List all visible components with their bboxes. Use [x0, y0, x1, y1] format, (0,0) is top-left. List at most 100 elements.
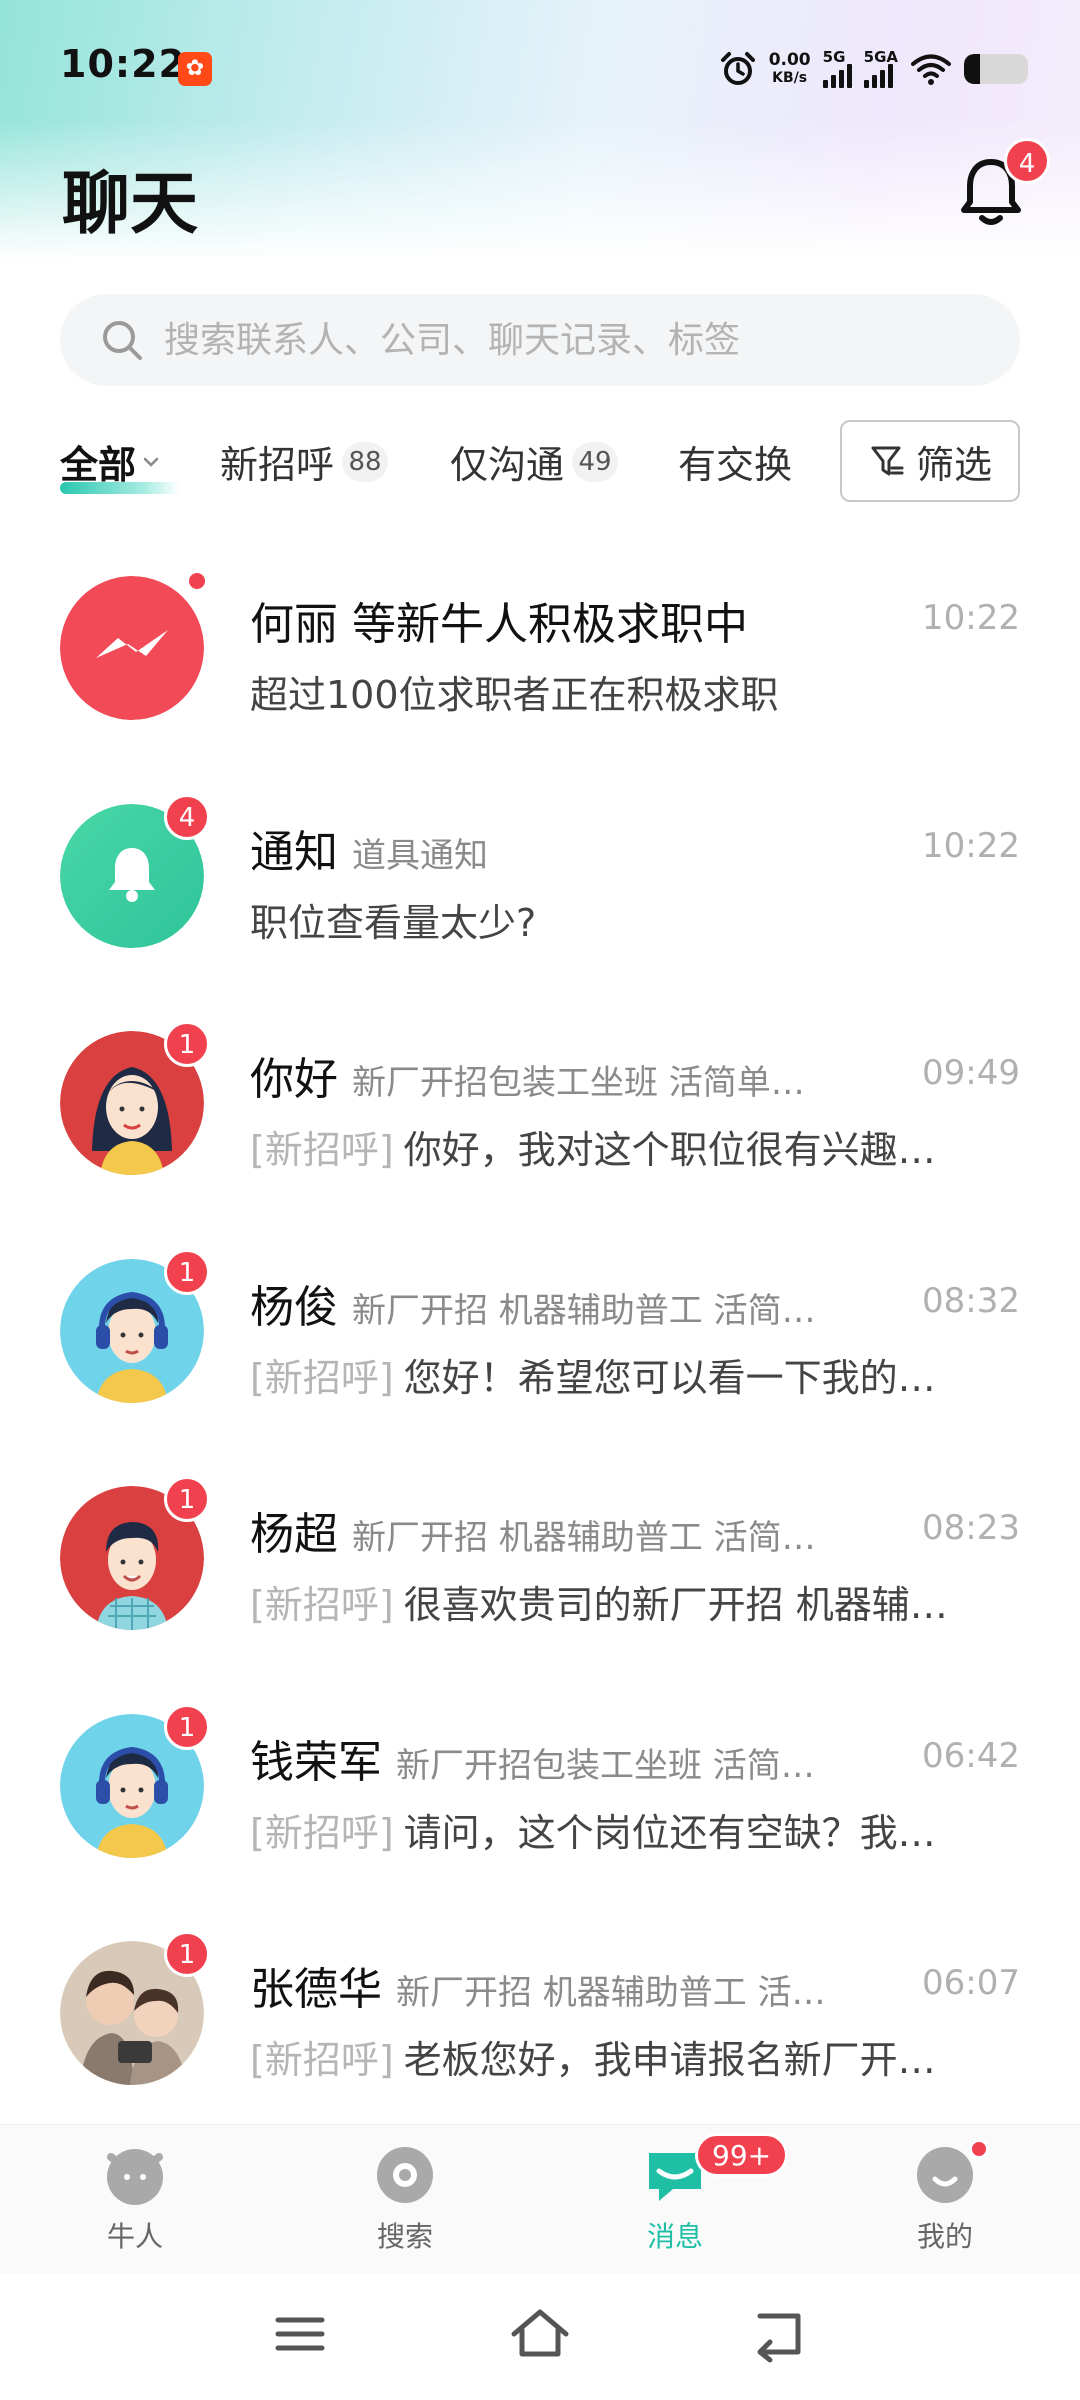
wifi-icon — [911, 54, 951, 85]
tab-new-greetings-count: 88 — [342, 441, 389, 482]
chat-item[interactable]: 1 杨俊 新厂开招 机器辅助普工 活简… 08:32 [新招呼] 您好！希望您可以… — [0, 1223, 1080, 1451]
signal-5g-label: 5G — [822, 48, 846, 66]
chat-preview: [新招呼] 请问，这个岗位还有空缺？我… — [250, 1802, 1020, 1857]
signal-bars-icon — [863, 64, 893, 88]
battery-icon — [964, 54, 1028, 84]
chat-name: 张德华 — [250, 1964, 382, 2015]
chat-time: 06:07 — [922, 1963, 1020, 2003]
chat-time: 09:49 — [922, 1053, 1020, 1093]
chat-preview: [新招呼] 老板您好，我申请报名新厂开… — [250, 2029, 1020, 2084]
signal-5ga-label: 5GA — [863, 48, 898, 66]
back-icon — [757, 2313, 801, 2363]
chat-tag: [新招呼] — [250, 1128, 394, 1172]
unread-count-badge: 1 — [164, 1476, 210, 1522]
search-disc-icon — [373, 2143, 437, 2207]
system-back-button[interactable] — [740, 2304, 820, 2364]
messages-count-badge: 99+ — [695, 2133, 789, 2177]
status-bar: 10:22 ✿ 0.00 KB/s 5G 5GA — [0, 0, 1080, 130]
home-icon — [511, 2309, 569, 2357]
chat-tag: [新招呼] — [250, 1355, 394, 1400]
chat-subtitle: 新厂开招包装工坐班 活简… — [396, 1745, 815, 1786]
search-bar[interactable] — [60, 294, 1020, 386]
chat-item[interactable]: 1 钱荣军 新厂开招包装工坐班 活简… 06:42 [新招呼] 请问，这个岗位还有… — [0, 1678, 1080, 1906]
chat-time: 08:23 — [922, 1508, 1020, 1548]
unread-count-badge: 1 — [164, 1021, 210, 1067]
app-notification-icon: ✿ — [178, 52, 212, 86]
tab-exchanged[interactable]: 有交换 — [678, 434, 792, 489]
nav-messages[interactable]: 99+ 消息 — [600, 2133, 789, 2255]
chat-subtitle: 新厂开招 机器辅助普工 活简… — [352, 1290, 816, 1331]
nav-messages-label: 消息 — [646, 2220, 703, 2253]
chat-preview-text: 职位查看量太少? — [250, 900, 537, 945]
net-speed-unit: KB/s — [772, 70, 808, 86]
chat-preview: 职位查看量太少? — [250, 892, 1020, 947]
system-nav-bar — [0, 2274, 1080, 2400]
chat-tag: [新招呼] — [250, 1583, 394, 1627]
tab-chat-only-label: 仅沟通 — [450, 443, 565, 487]
chat-item[interactable]: 1 张德华 新厂开招 机器辅助普工 活… 06:07 [新招呼] 老板您好，我申请… — [0, 1905, 1080, 2133]
chat-name: 通知 — [250, 826, 338, 878]
profile-icon — [913, 2139, 989, 2207]
chat-preview-text: 请问，这个岗位还有空缺？我… — [403, 1810, 936, 1855]
status-icons: 0.00 KB/s 5G 5GA — [719, 44, 1028, 94]
chat-preview-text: 超过100位求职者正在积极求职 — [250, 673, 779, 717]
unread-count-badge: 1 — [164, 1703, 210, 1750]
nav-talents-label: 牛人 — [106, 2220, 163, 2253]
signal-5ga: 5GA — [863, 48, 898, 88]
bottom-nav: 牛人 搜索 99+ 消息 我的 — [0, 2124, 1080, 2274]
net-speed: 0.00 KB/s — [769, 51, 811, 87]
avatar — [60, 576, 204, 720]
chat-preview-text: 您好！希望您可以看一下我的… — [403, 1355, 936, 1400]
menu-icon — [275, 2317, 325, 2351]
tab-chat-only[interactable]: 仅沟通 49 — [450, 434, 619, 489]
chat-title: 何丽 等新牛人积极求职中 — [250, 588, 910, 652]
tab-all-label: 全部 — [60, 443, 137, 487]
unread-count-badge: 1 — [164, 1931, 210, 1977]
chat-time: 06:42 — [922, 1735, 1020, 1776]
battery-level — [964, 54, 980, 84]
nav-talents[interactable]: 牛人 — [60, 2143, 210, 2255]
chat-item-notifications[interactable]: 4 通知 道具通知 10:22 职位查看量太少? — [0, 768, 1080, 996]
unread-count-badge: 1 — [164, 1248, 210, 1295]
tab-all[interactable]: 全部 — [60, 434, 162, 489]
chat-item[interactable]: 1 杨超 新厂开招 机器辅助普工 活简… 08:23 [新招呼] 很喜欢贵司的新厂… — [0, 1450, 1080, 1678]
chat-tag: [新招呼] — [250, 2038, 394, 2082]
unread-dot — [186, 570, 208, 592]
filter-button[interactable]: 筛选 — [840, 420, 1020, 502]
tab-exchanged-label: 有交换 — [678, 443, 793, 487]
chat-name: 钱荣军 — [250, 1736, 382, 1788]
chat-time: 10:22 — [922, 825, 1020, 866]
chat-time: 08:32 — [922, 1280, 1020, 1321]
chat-preview: [新招呼] 很喜欢贵司的新厂开招 机器辅… — [250, 1574, 1020, 1629]
signal-bars-icon — [822, 64, 852, 88]
nav-profile[interactable]: 我的 — [870, 2139, 1020, 2255]
chat-name: 杨俊 — [250, 1281, 338, 1333]
chat-preview-text: 很喜欢贵司的新厂开招 机器辅… — [403, 1583, 948, 1627]
chevron-down-icon — [143, 457, 159, 467]
chat-title: 张德华 新厂开招 机器辅助普工 活… — [250, 1953, 910, 2017]
nav-search[interactable]: 搜索 — [330, 2143, 480, 2255]
chat-title: 通知 道具通知 — [250, 816, 910, 880]
system-home-button[interactable] — [500, 2304, 580, 2364]
chat-title: 钱荣军 新厂开招包装工坐班 活简… — [250, 1726, 910, 1790]
alarm-icon — [720, 52, 755, 85]
tab-chat-only-count: 49 — [572, 441, 619, 482]
page-title: 聊天 — [62, 165, 199, 244]
nav-search-label: 搜索 — [376, 2220, 433, 2253]
chat-preview: 超过100位求职者正在积极求职 — [250, 664, 1020, 719]
unread-count-badge: 4 — [164, 793, 210, 840]
chat-name: 杨超 — [250, 1509, 338, 1560]
tab-new-greetings[interactable]: 新招呼 88 — [220, 434, 389, 489]
search-input[interactable] — [164, 319, 984, 361]
system-menu-button[interactable] — [260, 2304, 340, 2364]
net-speed-value: 0.00 — [768, 50, 811, 70]
nav-profile-label: 我的 — [916, 2220, 973, 2253]
cow-icon — [103, 2143, 167, 2207]
search-icon — [103, 321, 142, 360]
chat-subtitle: 道具通知 — [352, 835, 488, 876]
chat-title: 杨俊 新厂开招 机器辅助普工 活简… — [250, 1271, 910, 1335]
chat-item-active-candidates[interactable]: 何丽 等新牛人积极求职中 10:22 超过100位求职者正在积极求职 — [0, 540, 1080, 768]
chat-title: 你好 新厂开招包装工坐班 活简单… — [250, 1043, 910, 1107]
notification-count-badge: 4 — [1004, 138, 1050, 184]
chat-item[interactable]: 1 你好 新厂开招包装工坐班 活简单… 09:49 [新招呼] 你好，我对这个职位… — [0, 995, 1080, 1223]
